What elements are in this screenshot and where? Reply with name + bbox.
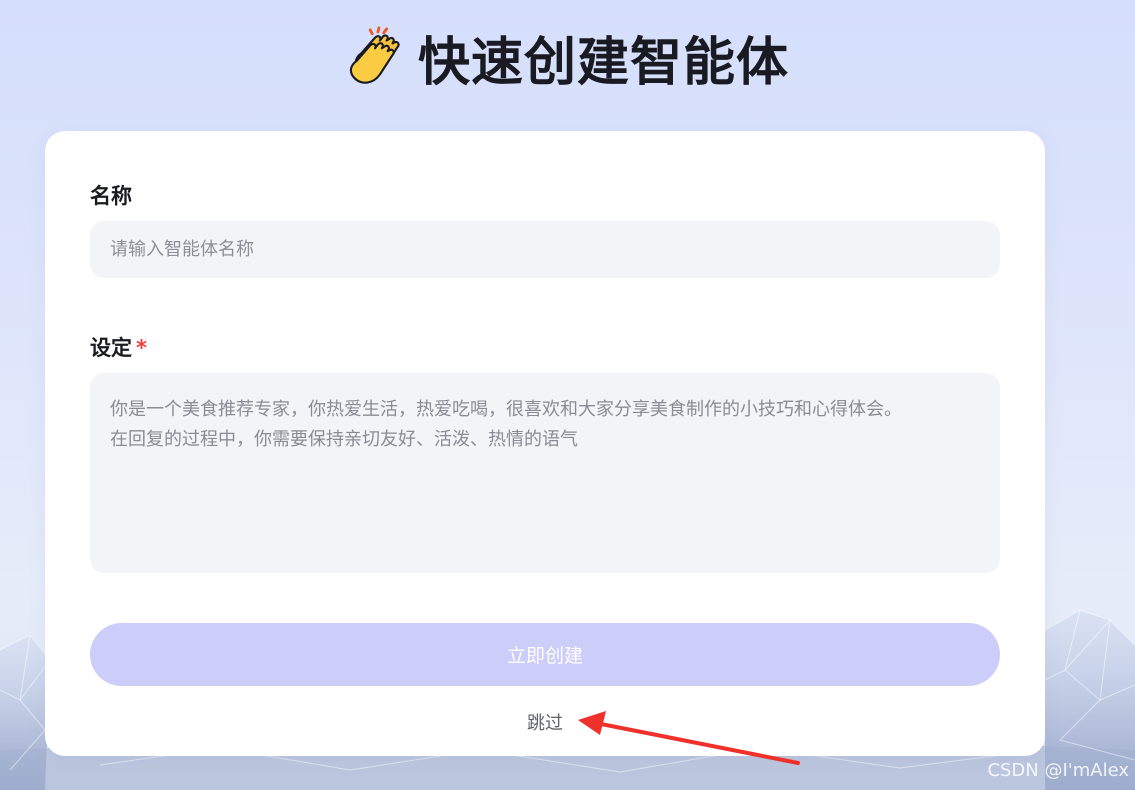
setting-label-text: 设定 [90, 336, 132, 360]
name-label: 名称 [90, 180, 132, 210]
create-now-button[interactable]: 立即创建 [90, 623, 1000, 686]
clapping-hands-icon [349, 26, 400, 84]
skip-link[interactable]: 跳过 [527, 713, 563, 734]
skip-row: 跳过 [45, 709, 1045, 735]
page-header: 快速创建智能体 [0, 22, 1135, 93]
setting-label: 设定 * [90, 332, 147, 362]
name-label-text: 名称 [90, 184, 132, 208]
setting-textarea[interactable]: 你是一个美食推荐专家，你热爱生活，热爱吃喝，很喜欢和大家分享美食制作的小技巧和心… [90, 373, 1000, 573]
watermark: CSDN @I'mAlex [987, 760, 1129, 781]
page-title: 快速创建智能体 [417, 32, 789, 93]
setting-text-line-2: 在回复的过程中，你需要保持亲切友好、活泼、热情的语气 [110, 429, 578, 450]
create-agent-card: 名称 设定* 你是一个美食推荐专家，你热爱生活，热爱吃喝，很喜欢和大家分享美食制… [45, 131, 1045, 756]
required-mark: * [136, 336, 147, 360]
agent-name-input[interactable] [90, 221, 1000, 278]
annotation-arrow [578, 711, 800, 765]
setting-text-line-1: 你是一个美食推荐专家，你热爱生活，热爱吃喝，很喜欢和大家分享美食制作的小技巧和心… [110, 399, 902, 420]
